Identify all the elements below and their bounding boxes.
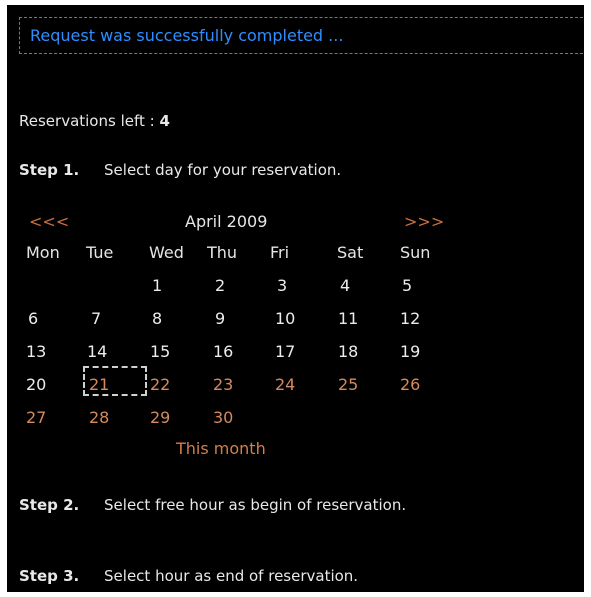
calendar-day[interactable]: 27 xyxy=(26,408,46,427)
this-month-link[interactable]: This month xyxy=(176,439,266,458)
step-3: Step 3. Select hour as end of reservatio… xyxy=(19,567,358,585)
calendar-day: 6 xyxy=(28,309,39,328)
weekday-mon: Mon xyxy=(26,243,60,262)
calendar-day: 4 xyxy=(340,276,351,295)
step-1: Step 1. Select day for your reservation. xyxy=(19,161,341,179)
calendar-day[interactable]: 23 xyxy=(213,375,233,394)
weekday-sat: Sat xyxy=(337,243,364,262)
calendar-day[interactable]: 30 xyxy=(213,408,233,427)
calendar-day: 2 xyxy=(215,276,226,295)
step-2: Step 2. Select free hour as begin of res… xyxy=(19,496,406,514)
status-message: Request was successfully completed ... xyxy=(30,26,344,45)
step-1-label: Step 1. xyxy=(19,161,80,179)
step-1-text: Select day for your reservation. xyxy=(104,161,342,179)
step-2-text: Select free hour as begin of reservation… xyxy=(104,496,407,514)
calendar-day: 20 xyxy=(26,375,47,394)
step-2-label: Step 2. xyxy=(19,496,80,514)
reservations-left-count: 4 xyxy=(159,112,170,130)
calendar-day: 14 xyxy=(87,342,108,361)
calendar-day: 12 xyxy=(400,309,421,328)
weekday-thu: Thu xyxy=(207,243,238,262)
reservations-left-label: Reservations left : xyxy=(19,112,155,130)
reservations-left: Reservations left : 4 xyxy=(19,112,170,130)
calendar-day[interactable]: 26 xyxy=(400,375,420,394)
calendar-day[interactable]: 22 xyxy=(150,375,170,394)
calendar-day[interactable]: 29 xyxy=(150,408,170,427)
status-banner: Request was successfully completed ... xyxy=(19,17,584,54)
prev-month-link[interactable]: <<< xyxy=(29,212,69,231)
calendar-day: 19 xyxy=(400,342,421,361)
month-title: April 2009 xyxy=(185,212,268,231)
weekday-tue: Tue xyxy=(86,243,114,262)
step-3-text: Select hour as end of reservation. xyxy=(104,567,359,585)
calendar-day-selected[interactable]: 21 xyxy=(89,375,109,394)
calendar-day: 16 xyxy=(213,342,234,361)
reservation-panel: Request was successfully completed ... R… xyxy=(7,5,584,592)
calendar-day: 13 xyxy=(26,342,47,361)
calendar-day[interactable]: 28 xyxy=(89,408,109,427)
next-month-link[interactable]: >>> xyxy=(404,212,444,231)
calendar-day: 15 xyxy=(150,342,171,361)
calendar-day: 8 xyxy=(152,309,163,328)
calendar-day: 7 xyxy=(91,309,102,328)
calendar-day: 10 xyxy=(275,309,296,328)
calendar-day: 11 xyxy=(338,309,359,328)
calendar-day[interactable]: 24 xyxy=(275,375,295,394)
calendar-day: 18 xyxy=(338,342,359,361)
weekday-wed: Wed xyxy=(149,243,184,262)
calendar-day: 5 xyxy=(402,276,413,295)
step-3-label: Step 3. xyxy=(19,567,80,585)
calendar-day[interactable]: 25 xyxy=(338,375,358,394)
calendar-day: 3 xyxy=(277,276,288,295)
weekday-fri: Fri xyxy=(270,243,290,262)
weekday-sun: Sun xyxy=(400,243,431,262)
calendar-day: 1 xyxy=(152,276,163,295)
calendar-day: 9 xyxy=(215,309,226,328)
calendar-day: 17 xyxy=(275,342,296,361)
